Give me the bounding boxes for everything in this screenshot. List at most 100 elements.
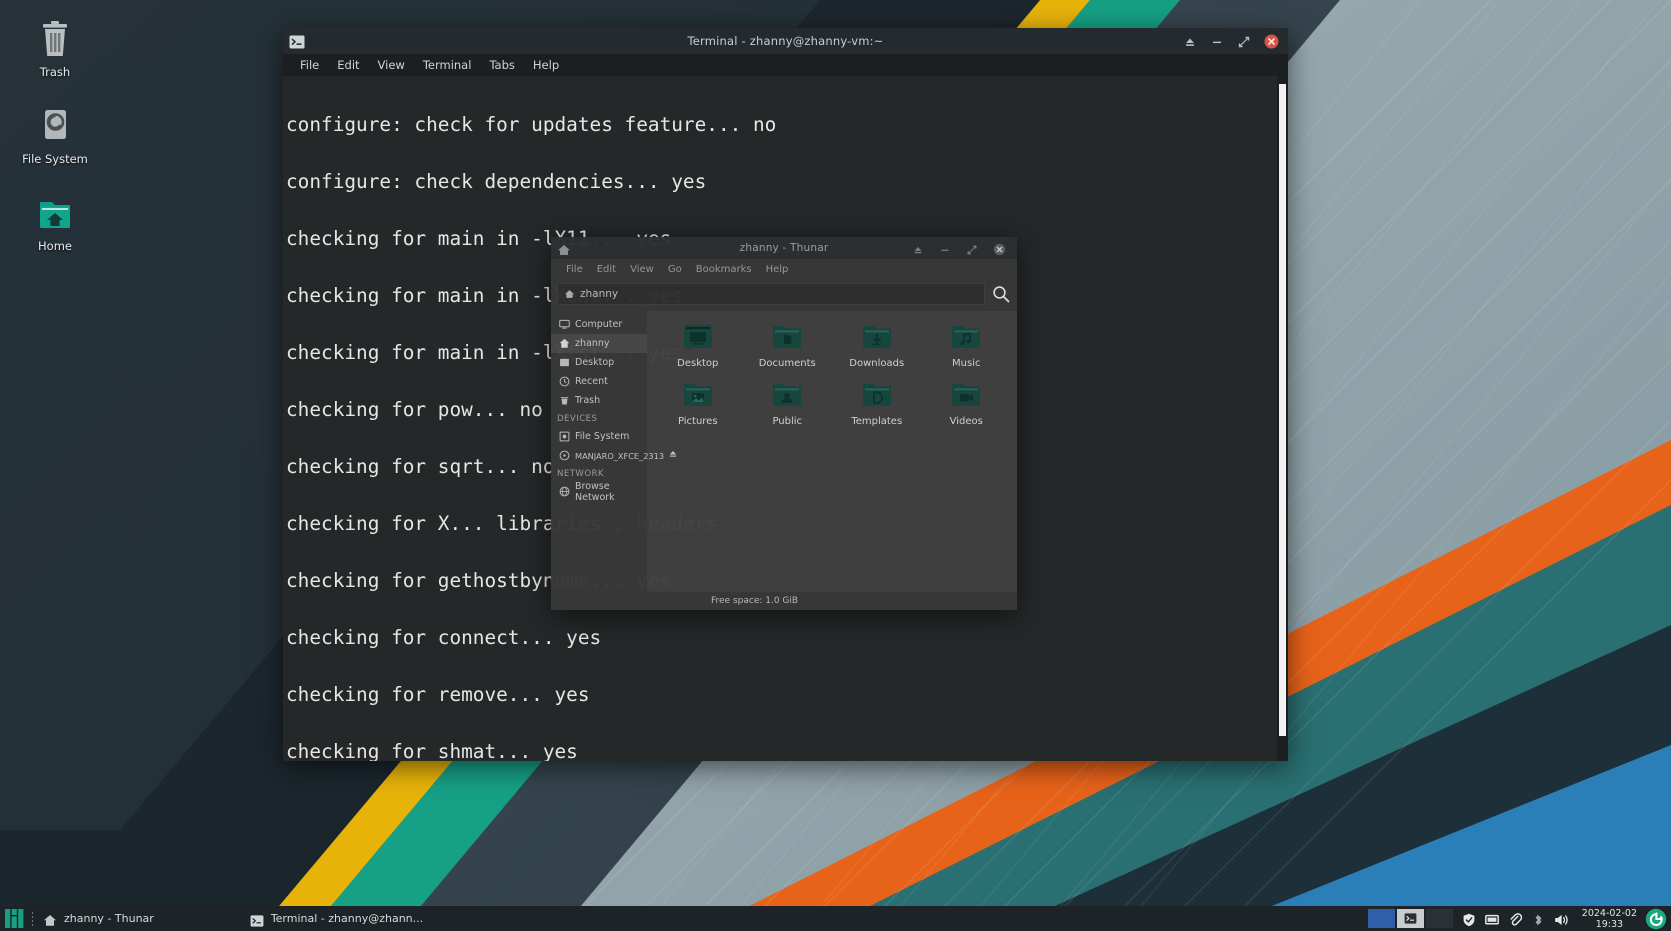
folder-videos-icon xyxy=(922,379,1012,413)
desktop-icon-label: Home xyxy=(38,239,72,253)
file-item-documents[interactable]: Documents xyxy=(743,321,833,369)
menu-edit[interactable]: Edit xyxy=(590,263,623,276)
desktop-icon xyxy=(559,357,570,368)
file-item-public[interactable]: Public xyxy=(743,379,833,427)
thunar-titlebar[interactable]: zhanny - Thunar xyxy=(551,237,1017,259)
menu-terminal[interactable]: Terminal xyxy=(414,56,481,74)
sidebar-item-manjaro-volume[interactable]: MANJARO_XFCE_2313 xyxy=(551,446,677,465)
sidebar-item-trash[interactable]: Trash xyxy=(551,391,647,410)
file-label: Pictures xyxy=(677,416,718,427)
location-value: zhanny xyxy=(580,288,619,300)
desktop-icon-home[interactable]: Home xyxy=(10,188,100,257)
task-button-terminal[interactable]: Terminal - zhanny@zhann... xyxy=(244,906,433,931)
workspace-3[interactable] xyxy=(1425,909,1453,928)
shade-button[interactable] xyxy=(912,241,926,255)
thunar-window-buttons xyxy=(912,241,1011,256)
free-space-label: Free space: 1.0 GiB xyxy=(711,596,799,606)
terminal-title: Terminal - zhanny@zhanny-vm:~ xyxy=(687,34,884,48)
terminal-icon xyxy=(289,34,305,49)
thunar-pathbar[interactable]: zhanny xyxy=(557,281,1011,307)
shade-button[interactable] xyxy=(1183,34,1197,48)
terminal-scrollbar-thumb[interactable] xyxy=(1279,84,1286,736)
menu-edit[interactable]: Edit xyxy=(328,56,368,74)
sidebar-label: zhanny xyxy=(575,338,610,349)
workspace-1[interactable] xyxy=(1367,909,1395,928)
close-button[interactable] xyxy=(993,241,1007,256)
folder-pictures-icon xyxy=(653,379,743,413)
minimize-button[interactable] xyxy=(1210,34,1224,48)
folder-downloads-icon xyxy=(832,321,922,355)
close-button[interactable] xyxy=(1264,34,1279,49)
maximize-button[interactable] xyxy=(966,241,980,255)
search-icon[interactable] xyxy=(991,284,1011,304)
terminal-icon xyxy=(250,912,264,927)
folder-templates-icon xyxy=(832,379,922,413)
terminal-line: configure: check for updates feature... … xyxy=(286,112,777,136)
minimize-button[interactable] xyxy=(939,241,953,255)
menu-file[interactable]: File xyxy=(559,263,590,276)
logout-icon[interactable] xyxy=(1645,908,1667,930)
terminal-line: checking for connect... yes xyxy=(286,625,602,649)
panel-handle[interactable] xyxy=(32,911,33,926)
desktop-screen: Trash File System Home Terminal - zhanny… xyxy=(0,0,1671,931)
menu-tabs[interactable]: Tabs xyxy=(480,56,523,74)
file-label: Videos xyxy=(949,416,983,427)
computer-icon xyxy=(559,319,570,330)
folder-desktop-icon xyxy=(653,321,743,355)
manjaro-menu-icon[interactable] xyxy=(0,906,28,931)
desktop-icon-label: File System xyxy=(22,152,88,166)
workspace-switcher[interactable] xyxy=(1367,906,1454,931)
maximize-button[interactable] xyxy=(1237,34,1251,48)
file-item-music[interactable]: Music xyxy=(922,321,1012,369)
file-item-pictures[interactable]: Pictures xyxy=(653,379,743,427)
terminal-scrollbar[interactable] xyxy=(1277,76,1288,761)
menu-view[interactable]: View xyxy=(369,56,414,74)
thunar-window[interactable]: zhanny - Thunar File Edit View Go Bookma… xyxy=(551,237,1017,610)
file-item-desktop[interactable]: Desktop xyxy=(653,321,743,369)
file-label: Music xyxy=(952,358,981,369)
terminal-menubar: File Edit View Terminal Tabs Help xyxy=(283,54,1288,76)
desktop-icon-trash[interactable]: Trash xyxy=(10,14,100,83)
bluetooth-icon[interactable] xyxy=(1531,912,1545,926)
file-item-downloads[interactable]: Downloads xyxy=(832,321,922,369)
trash-icon xyxy=(559,395,570,406)
workspace-2[interactable] xyxy=(1396,909,1424,928)
trash-icon xyxy=(10,20,100,62)
file-label: Downloads xyxy=(849,358,905,369)
terminal-titlebar[interactable]: Terminal - zhanny@zhanny-vm:~ xyxy=(283,28,1288,54)
menu-view[interactable]: View xyxy=(623,263,661,276)
file-item-templates[interactable]: Templates xyxy=(832,379,922,427)
volume-icon[interactable] xyxy=(1554,912,1568,926)
sidebar-item-zhanny[interactable]: zhanny xyxy=(551,334,647,353)
sidebar-item-browse-network[interactable]: Browse Network xyxy=(551,481,647,503)
file-item-videos[interactable]: Videos xyxy=(922,379,1012,427)
terminal-line: configure: check dependencies... yes xyxy=(286,169,707,193)
file-label: Desktop xyxy=(677,358,719,369)
sidebar-label: Desktop xyxy=(575,357,615,368)
home-icon xyxy=(43,912,57,926)
menu-help[interactable]: Help xyxy=(524,56,568,74)
desktop-icon-file-system[interactable]: File System xyxy=(10,101,100,170)
menu-file[interactable]: File xyxy=(291,56,328,74)
clock-widget[interactable]: 2024-02-02 19:33 xyxy=(1576,908,1643,930)
home-icon xyxy=(564,290,575,298)
home-folder-icon xyxy=(10,194,100,236)
location-field[interactable]: zhanny xyxy=(557,283,985,305)
sidebar-item-computer[interactable]: Computer xyxy=(551,315,647,334)
shield-icon[interactable] xyxy=(1462,912,1476,926)
sidebar-item-recent[interactable]: Recent xyxy=(551,372,647,391)
terminal-line: checking for shmat... yes xyxy=(286,739,578,762)
sidebar-item-file-system[interactable]: File System xyxy=(551,427,647,446)
home-icon xyxy=(559,338,570,349)
menu-help[interactable]: Help xyxy=(759,263,796,276)
clipboard-icon[interactable] xyxy=(1508,912,1522,926)
task-button-thunar[interactable]: zhanny - Thunar xyxy=(37,906,164,931)
display-icon[interactable] xyxy=(1484,912,1499,926)
thunar-file-view[interactable]: Desktop Documents Downloads Music Pictur… xyxy=(647,311,1017,592)
thunar-menubar: File Edit View Go Bookmarks Help xyxy=(551,259,1017,279)
menu-go[interactable]: Go xyxy=(661,263,689,276)
menu-bookmarks[interactable]: Bookmarks xyxy=(689,263,759,276)
sidebar-item-desktop[interactable]: Desktop xyxy=(551,353,647,372)
thunar-sidebar[interactable]: Computer zhanny Desktop Recent Trash DEV… xyxy=(551,311,677,592)
thunar-content: Computer zhanny Desktop Recent Trash DEV… xyxy=(551,311,1017,592)
